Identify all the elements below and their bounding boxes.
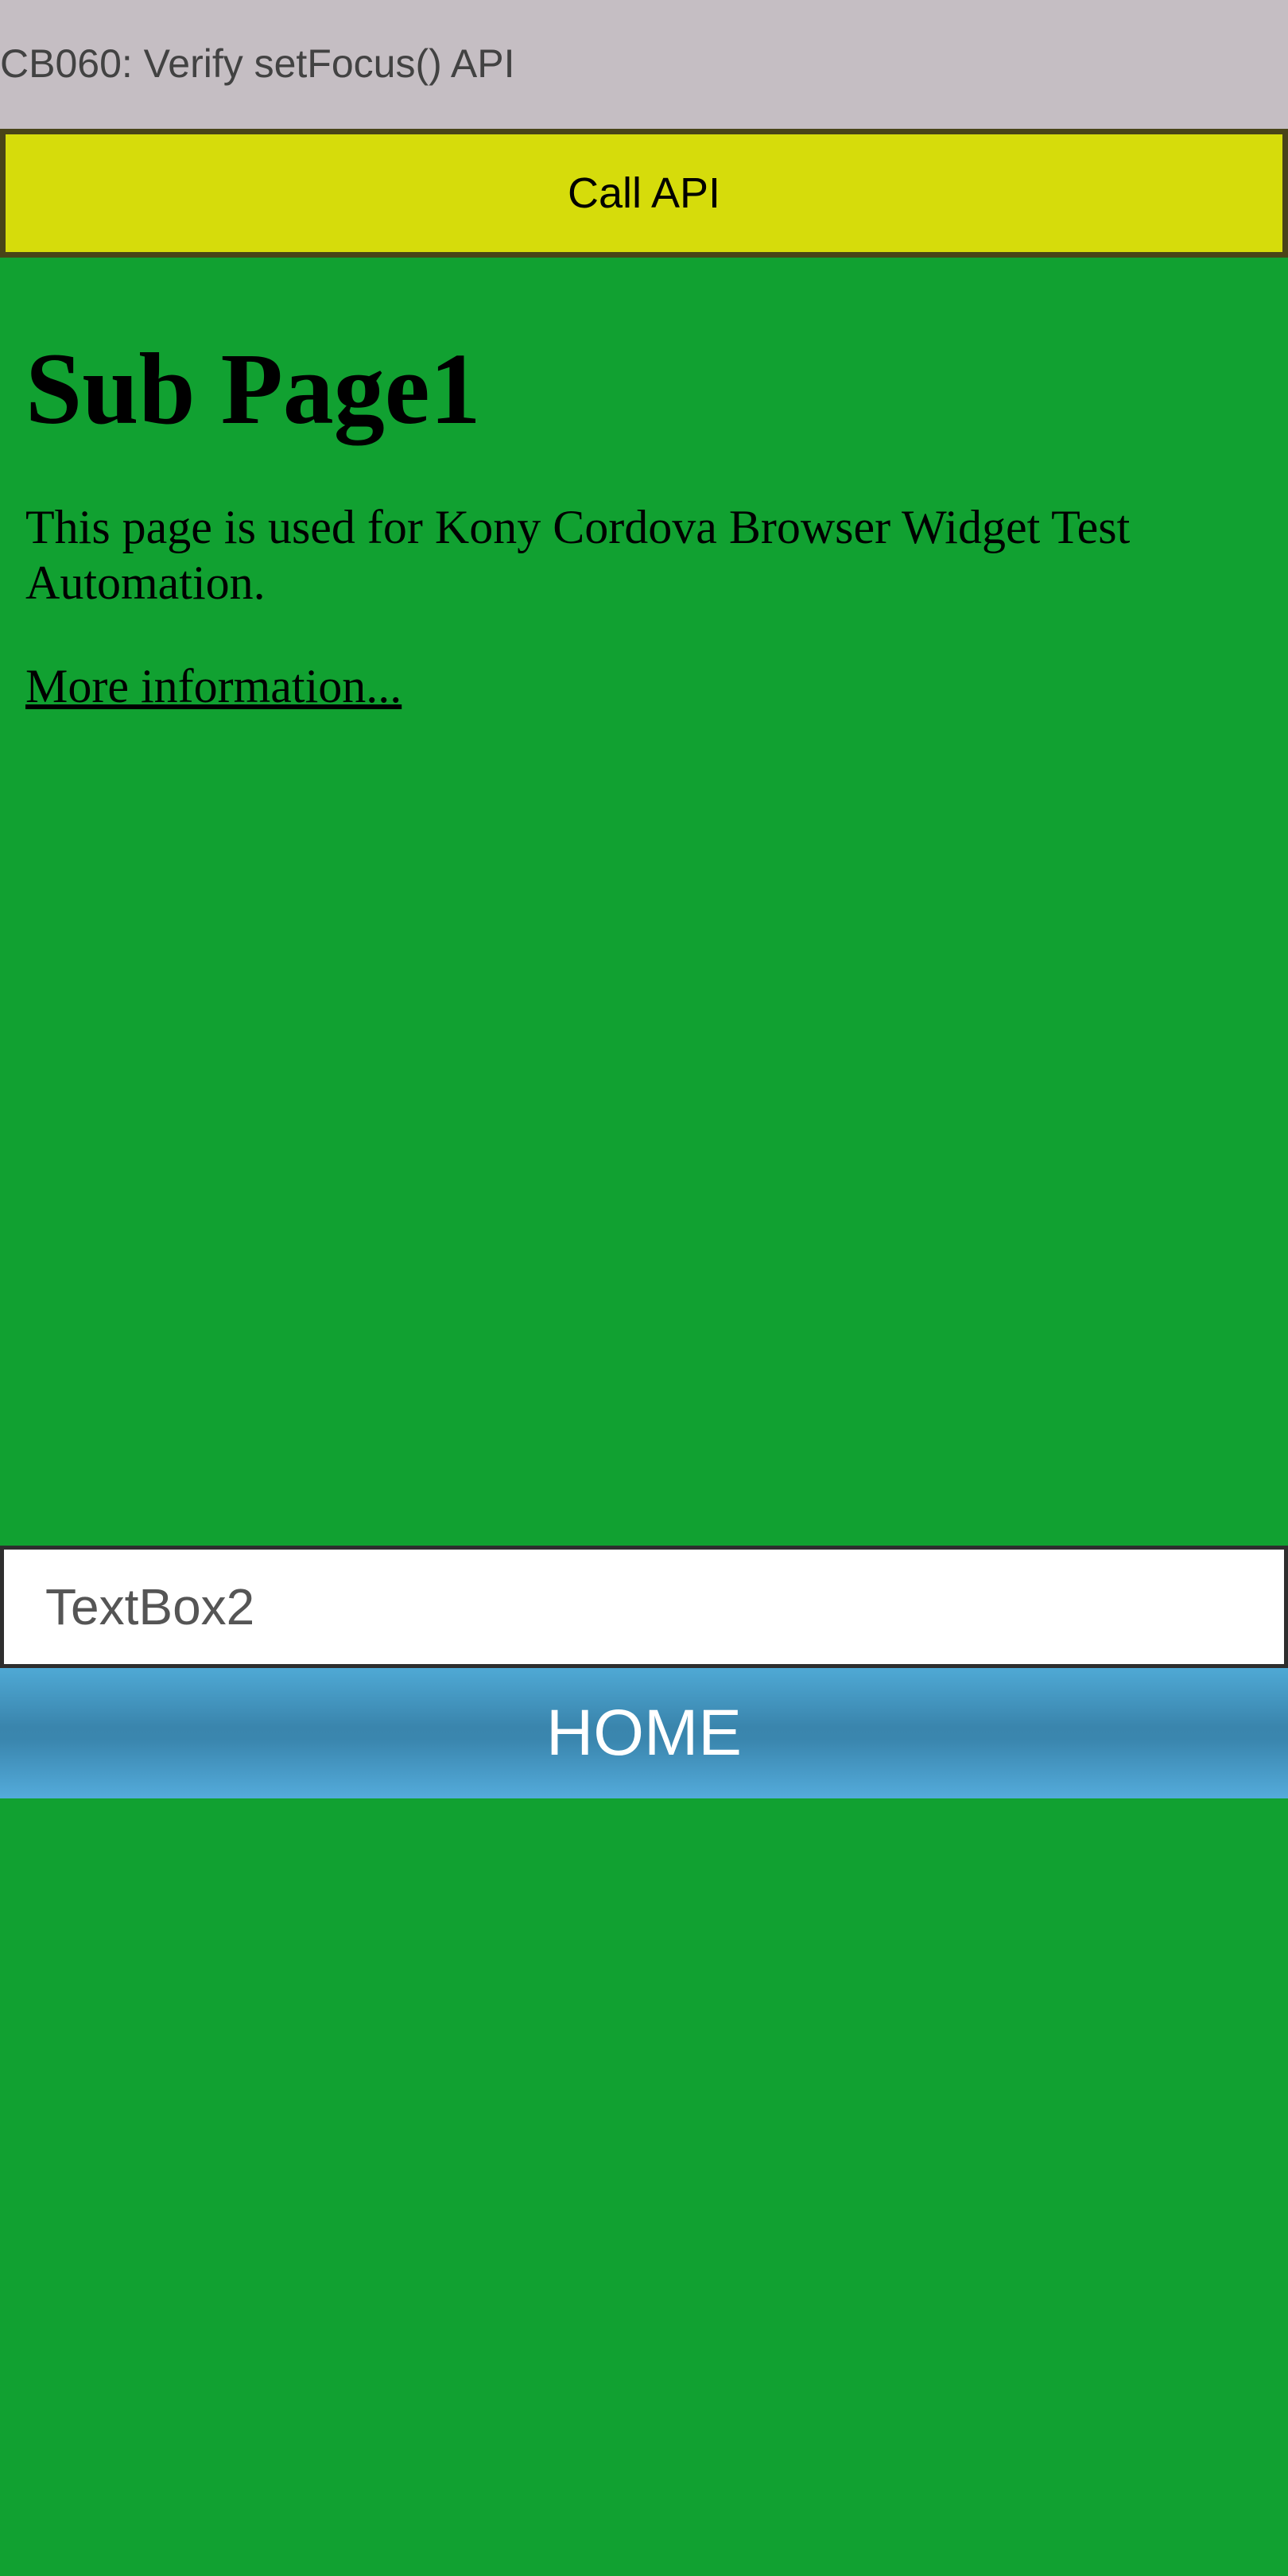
textbox2-input[interactable] <box>0 1546 1288 1668</box>
more-information-link[interactable]: More information... <box>25 658 402 714</box>
page-title: CB060: Verify setFocus() API <box>0 41 515 86</box>
title-bar: CB060: Verify setFocus() API <box>0 0 1288 129</box>
browser-heading: Sub Page1 <box>25 332 481 445</box>
call-api-button[interactable]: Call API <box>0 129 1288 258</box>
browser-paragraph: This page is used for Kony Cordova Brows… <box>25 501 1131 609</box>
home-button[interactable]: HOME <box>0 1668 1288 1798</box>
browser-widget: Sub Page1 This page is used for Kony Cor… <box>0 258 1288 1546</box>
